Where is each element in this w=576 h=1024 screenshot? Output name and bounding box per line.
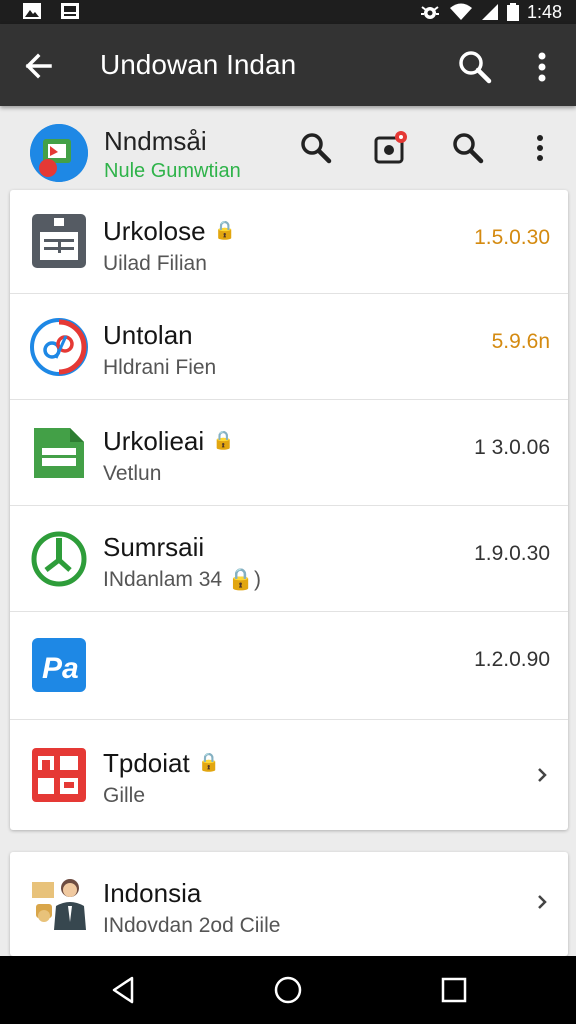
app-header: Nndmsåi Nule Gumwtian [0, 106, 576, 190]
recents-square-icon[interactable] [438, 974, 470, 1006]
more-vert-icon[interactable] [526, 48, 558, 86]
app-bar: Undowan Indan [0, 24, 576, 106]
sheet-app-icon [34, 428, 84, 478]
contact-card[interactable]: Indonsia INdovdan 2od Ciile [10, 852, 568, 956]
item-version: 1 3.0.06 [474, 436, 550, 459]
camera-notification-icon[interactable] [372, 130, 408, 166]
battery-icon [506, 3, 519, 21]
search-icon[interactable] [298, 130, 334, 166]
power-app-icon [31, 531, 87, 587]
document-app-icon [32, 214, 86, 268]
item-description: INdanlam 34 🔒) [103, 568, 262, 591]
list-item[interactable]: Sumrsaii INdanlam 34 🔒) 1.9.0.30 [10, 506, 568, 612]
item-version: 1.5.0.30 [474, 226, 550, 249]
link-app-icon [30, 318, 88, 376]
app-list-card: Urkolose 🔒 Uilad Filian 1.5.0.30 Untolan … [10, 190, 568, 830]
item-name: Indonsia [103, 878, 202, 908]
home-circle-icon[interactable] [272, 974, 304, 1006]
item-name: Urkolose 🔒 [103, 216, 237, 246]
item-description: Vetlun [103, 462, 162, 485]
bug-icon [420, 6, 439, 19]
header-subtitle: Nule Gumwtian [104, 160, 241, 182]
search-icon[interactable] [450, 130, 486, 166]
arrow-back-icon[interactable] [20, 48, 56, 84]
item-description: Hldrani Fien [103, 356, 217, 379]
item-version: 5.9.6n [491, 330, 550, 353]
list-item[interactable]: Urkolieai 🔒 Vetlun 1 3.0.06 [10, 400, 568, 506]
app-logo-icon [30, 124, 88, 182]
status-time: 1:48 [526, 1, 562, 22]
list-item[interactable]: Untolan Hldrani Fien 5.9.6n [10, 294, 568, 400]
gallery-icon [61, 3, 79, 19]
search-icon[interactable] [456, 48, 494, 86]
item-version: 1.9.0.30 [474, 542, 550, 565]
list-item[interactable]: Pa 1.2.0.90 [10, 612, 568, 720]
signal-icon [481, 4, 498, 20]
back-triangle-icon[interactable] [108, 974, 140, 1006]
more-vert-icon[interactable] [522, 130, 558, 166]
svg-text:Pa: Pa [42, 652, 79, 685]
item-name: Sumrsaii [103, 532, 205, 562]
header-title: Nndmsåi [104, 126, 207, 156]
chevron-right-icon [538, 768, 547, 782]
navigation-bar [0, 956, 576, 1024]
lock-icon: 🔒 [212, 430, 235, 450]
lock-icon: 🔒 [213, 220, 237, 240]
chevron-right-icon [538, 895, 547, 909]
page-title: Undowan Indan [100, 49, 297, 80]
lock-icon: 🔒 [197, 752, 221, 772]
item-description: Gille [103, 784, 146, 807]
person-avatar-icon [32, 879, 86, 930]
item-name: Tpdoiat 🔒 [103, 748, 221, 778]
list-item[interactable]: Tpdoiat 🔒 Gille [10, 720, 568, 830]
list-item[interactable]: Urkolose 🔒 Uilad Filian 1.5.0.30 [10, 190, 568, 294]
status-bar: 1:48 [0, 0, 576, 24]
item-description: Uilad Filian [103, 252, 207, 275]
pa-app-icon: Pa [32, 638, 86, 692]
list-item[interactable]: Indonsia INdovdan 2od Ciile [10, 852, 568, 956]
item-description: INdovdan 2od Ciile [103, 914, 281, 937]
item-name: Untolan [103, 320, 193, 350]
item-name: Urkolieai 🔒 [103, 426, 235, 456]
item-version: 1.2.0.90 [474, 648, 550, 671]
grid-app-icon [32, 748, 86, 802]
wifi-icon [449, 3, 472, 20]
image-icon [23, 3, 41, 19]
